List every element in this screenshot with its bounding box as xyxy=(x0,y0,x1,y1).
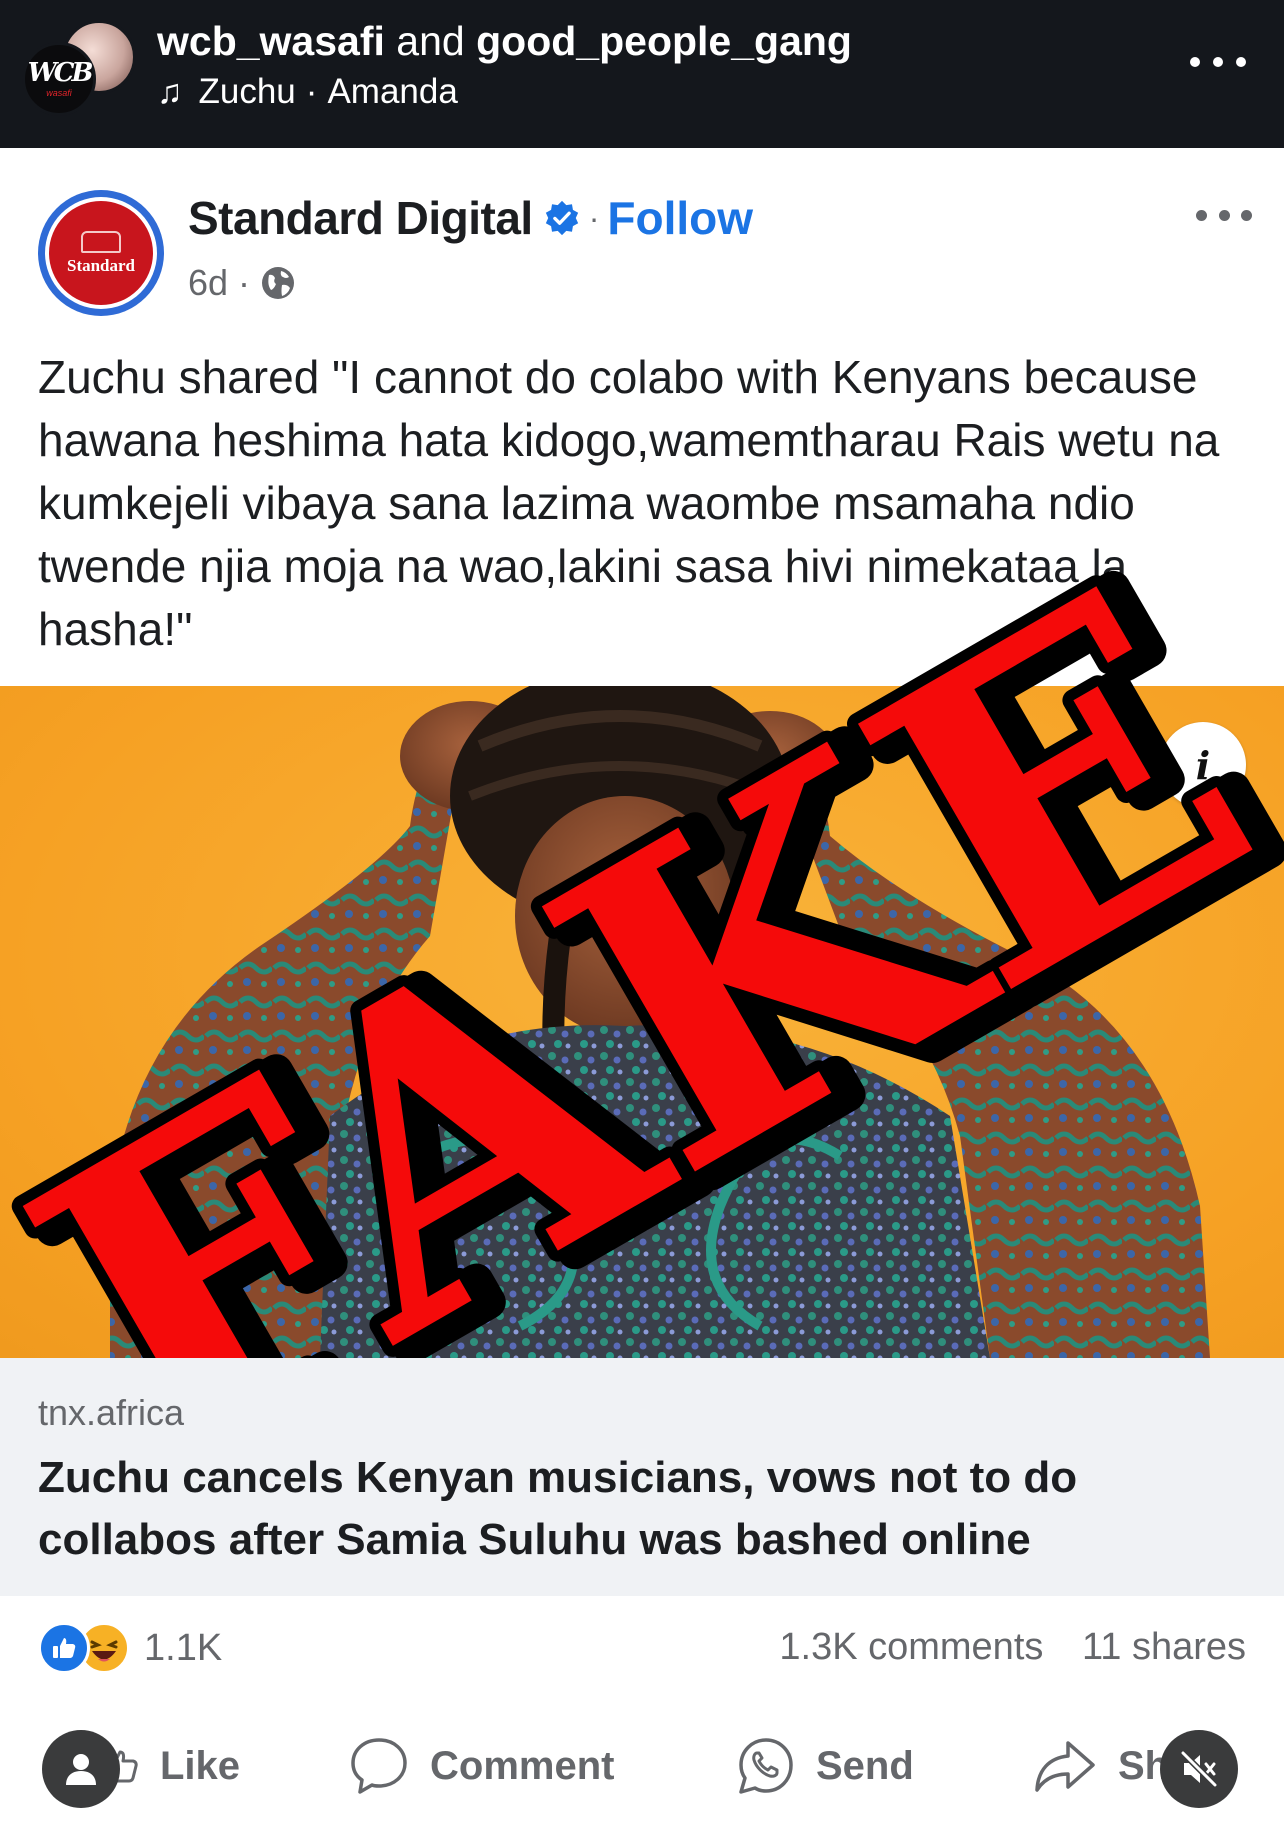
music-attribution[interactable]: ♫ Zuchu · Amanda xyxy=(157,72,458,112)
like-label: Like xyxy=(160,1743,241,1788)
woman-sequined-dress-photo xyxy=(110,686,1210,1358)
wcb-logo: WCB xyxy=(27,58,94,88)
comment-button[interactable]: Comment xyxy=(348,1722,614,1810)
link-domain: tnx.africa xyxy=(38,1392,185,1433)
link-title[interactable]: Zuchu cancels Kenyan musicians, vows not… xyxy=(38,1447,1258,1571)
like-button[interactable]: Like xyxy=(100,1722,240,1810)
page-name[interactable]: Standard Digital xyxy=(188,191,533,245)
user-icon xyxy=(66,1754,96,1785)
info-button[interactable]: i xyxy=(1160,722,1246,808)
reaction-summary[interactable]: 1.1K xyxy=(38,1618,222,1678)
like-reaction-icon xyxy=(38,1622,90,1674)
action-bar: Like Comment Send Sh xyxy=(0,1722,1284,1810)
standard-crest-icon xyxy=(81,230,121,253)
whatsapp-send-icon xyxy=(739,1738,793,1794)
comment-label: Comment xyxy=(430,1743,615,1788)
speaker-muted-icon xyxy=(1180,1750,1218,1788)
share-arrow-icon xyxy=(1035,1741,1095,1792)
music-separator: · xyxy=(305,72,318,111)
shares-count[interactable]: 11 shares xyxy=(1082,1626,1246,1668)
more-options-icon[interactable] xyxy=(1190,52,1246,72)
username-good-people-gang[interactable]: good_people_gang xyxy=(476,18,852,64)
music-artist: Zuchu xyxy=(198,72,296,111)
user-tag-button[interactable] xyxy=(42,1730,120,1808)
follow-button[interactable]: Follow xyxy=(607,191,753,245)
send-button[interactable]: Send xyxy=(736,1722,914,1810)
music-track: Amanda xyxy=(327,72,458,111)
send-label: Send xyxy=(816,1743,914,1788)
collab-avatars[interactable]: WCB wasafi xyxy=(22,20,136,120)
avatar-logo-text: Standard xyxy=(66,255,136,275)
wasafi-logo-sub: wasafi xyxy=(46,88,72,98)
instagram-header: WCB wasafi wcb_wasafi and good_people_ga… xyxy=(0,0,1284,148)
engagement-stats: 1.3K comments 11 shares xyxy=(779,1626,1246,1669)
wcb-wasafi-avatar[interactable]: WCB wasafi xyxy=(22,42,96,116)
post-image[interactable] xyxy=(0,686,1284,1358)
name-separator: · xyxy=(588,199,600,236)
verified-badge-icon xyxy=(545,200,578,236)
post-text: Zuchu shared "I cannot do colabo with Ke… xyxy=(38,351,1220,655)
music-note-icon: ♫ xyxy=(157,72,183,111)
meta-separator: · xyxy=(238,262,251,303)
comments-count[interactable]: 1.3K comments xyxy=(779,1626,1043,1668)
share-button[interactable]: Sh xyxy=(1032,1722,1169,1810)
page-avatar[interactable]: Standard xyxy=(38,190,164,316)
comment-icon xyxy=(351,1738,407,1794)
post-meta: 6d · xyxy=(188,262,296,304)
title-conjunction: and xyxy=(396,18,465,64)
reaction-count: 1.1K xyxy=(144,1626,223,1669)
collab-title: wcb_wasafi and good_people_gang xyxy=(157,18,852,65)
mute-button[interactable] xyxy=(1160,1730,1238,1808)
post-more-options-icon[interactable] xyxy=(1196,208,1252,222)
globe-icon xyxy=(262,267,295,299)
username-wcb-wasafi[interactable]: wcb_wasafi xyxy=(157,18,385,64)
post-age[interactable]: 6d xyxy=(188,262,228,304)
post-author-row: Standard Digital · Follow xyxy=(188,191,753,245)
